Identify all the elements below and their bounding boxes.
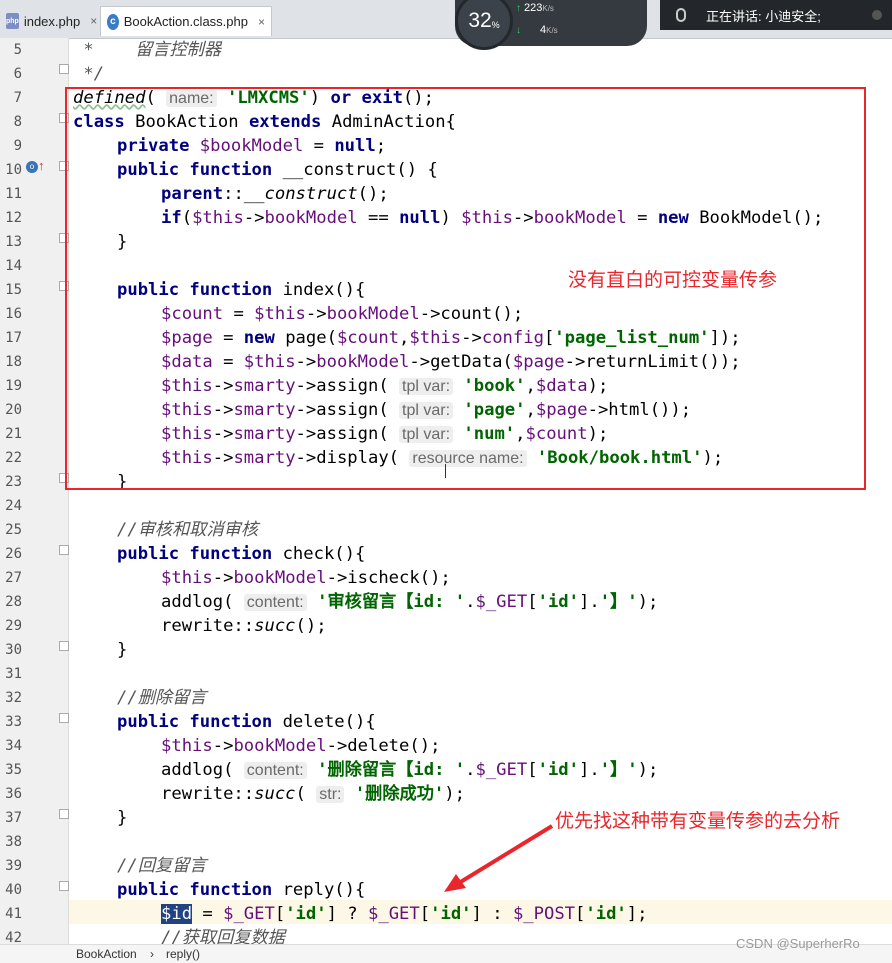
arrow-up-icon: ↑ — [516, 3, 521, 14]
line-number: 24 — [5, 498, 22, 514]
line-number: 29 — [5, 618, 22, 634]
code-line-36: rewrite::succ( str: '删除成功'); — [161, 784, 465, 804]
code-line-28: addlog( content: '审核留言【id: '.$_GET['id']… — [161, 592, 659, 612]
upload-speed: ↑ 223K/s — [516, 2, 554, 14]
line-number: 8 — [13, 114, 22, 130]
code-line-34: $this->bookModel->delete(); — [161, 736, 441, 756]
line-number: 22 — [5, 450, 22, 466]
line-number: 15 — [5, 282, 22, 298]
tab-label: BookAction.class.php — [123, 14, 248, 29]
php-file-icon: php — [6, 13, 19, 29]
line-number: 41 — [5, 906, 22, 922]
code-line-30: } — [117, 640, 128, 660]
code-line-33: public function delete(){ — [117, 712, 376, 732]
code-line-29: rewrite::succ(); — [161, 616, 327, 636]
code-line-32: //删除留言 — [117, 688, 207, 708]
line-number: 36 — [5, 786, 22, 802]
line-number: 12 — [5, 210, 22, 226]
code-line-40: public function reply(){ — [117, 880, 366, 900]
line-number: 5 — [13, 42, 22, 58]
tab-bookaction-class-php[interactable]: c BookAction.class.php × — [100, 6, 272, 36]
selected-token: $id — [161, 904, 193, 924]
close-icon[interactable]: × — [90, 14, 97, 28]
param-hint: content: — [243, 762, 307, 779]
line-number: 38 — [5, 834, 22, 850]
fold-marker-icon[interactable] — [59, 545, 69, 555]
code-line-25: //审核和取消审核 — [117, 520, 259, 540]
line-number: 20 — [5, 402, 22, 418]
code-line-35: addlog( content: '删除留言【id: '.$_GET['id']… — [161, 760, 659, 780]
breadcrumb-class[interactable]: BookAction — [76, 945, 137, 963]
microphone-icon — [676, 8, 686, 22]
fold-marker-icon[interactable] — [59, 64, 69, 74]
line-number: 19 — [5, 378, 22, 394]
line-number: 18 — [5, 354, 22, 370]
line-number: 7 — [13, 90, 22, 106]
line-number: 11 — [5, 186, 22, 202]
line-number: 16 — [5, 306, 22, 322]
line-number: 27 — [5, 570, 22, 586]
breadcrumb-separator: › — [150, 947, 154, 961]
arrow-down-icon: ↓ — [516, 25, 521, 36]
line-number: 31 — [5, 666, 22, 682]
line-number: 37 — [5, 810, 22, 826]
line-number-gutter: 5 6 7 8 9 10 11 12 13 14 15 16 17 18 19 20 21 22 23 24 25 26 2… — [0, 38, 69, 946]
code-line-37: } — [117, 808, 128, 828]
line-number: 26 — [5, 546, 22, 562]
tab-index-php[interactable]: php index.php × — [0, 6, 98, 36]
voice-chat-banner: 正在讲话: 小迪安全; — [660, 0, 892, 30]
tab-label: index.php — [23, 13, 81, 29]
annotation-arrow-icon — [444, 824, 554, 892]
fold-marker-icon[interactable] — [59, 641, 69, 651]
status-dot-icon — [872, 10, 882, 20]
override-method-icon[interactable]: o — [26, 161, 38, 173]
line-number: 10 — [5, 162, 22, 178]
watermark: CSDN @SuperherRo — [736, 936, 860, 951]
line-number: 40 — [5, 882, 22, 898]
line-number: 35 — [5, 762, 22, 778]
class-file-icon: c — [107, 13, 119, 30]
line-number: 39 — [5, 858, 22, 874]
line-number: 17 — [5, 330, 22, 346]
override-arrow-icon: ↑ — [38, 158, 45, 173]
line-number: 6 — [13, 66, 22, 82]
line-number: 9 — [13, 138, 22, 154]
line-number: 21 — [5, 426, 22, 442]
code-line-41: $id = $_GET['id'] ? $_GET['id'] : $_POST… — [161, 904, 648, 924]
line-number: 23 — [5, 474, 22, 490]
line-number: 25 — [5, 522, 22, 538]
download-speed: ↓ 4K/s — [516, 24, 558, 36]
voice-status-text: 正在讲话: 小迪安全; — [706, 8, 821, 24]
line-number: 33 — [5, 714, 22, 730]
annotation-arrow-note: 优先找这种带有变量传参的去分析 — [555, 810, 841, 832]
param-hint: content: — [243, 594, 307, 611]
code-line-26: public function check(){ — [117, 544, 366, 564]
param-hint: str: — [316, 786, 345, 803]
line-number: 32 — [5, 690, 22, 706]
close-icon[interactable]: × — [258, 15, 265, 29]
line-number: 30 — [5, 642, 22, 658]
fold-marker-icon[interactable] — [59, 809, 69, 819]
breadcrumb-method[interactable]: reply() — [166, 945, 200, 963]
line-number: 34 — [5, 738, 22, 754]
annotation-box-note: 没有直白的可控变量传参 — [568, 269, 778, 291]
line-number: 13 — [5, 234, 22, 250]
code-line-27: $this->bookModel->ischeck(); — [161, 568, 451, 588]
fold-marker-icon[interactable] — [59, 881, 69, 891]
line-number: 14 — [5, 258, 22, 274]
code-line-5: * 留言控制器 — [73, 40, 222, 60]
fold-marker-icon[interactable] — [59, 713, 69, 723]
code-line-6: */ — [73, 64, 105, 84]
code-line-39: //回复留言 — [117, 856, 207, 876]
line-number: 28 — [5, 594, 22, 610]
